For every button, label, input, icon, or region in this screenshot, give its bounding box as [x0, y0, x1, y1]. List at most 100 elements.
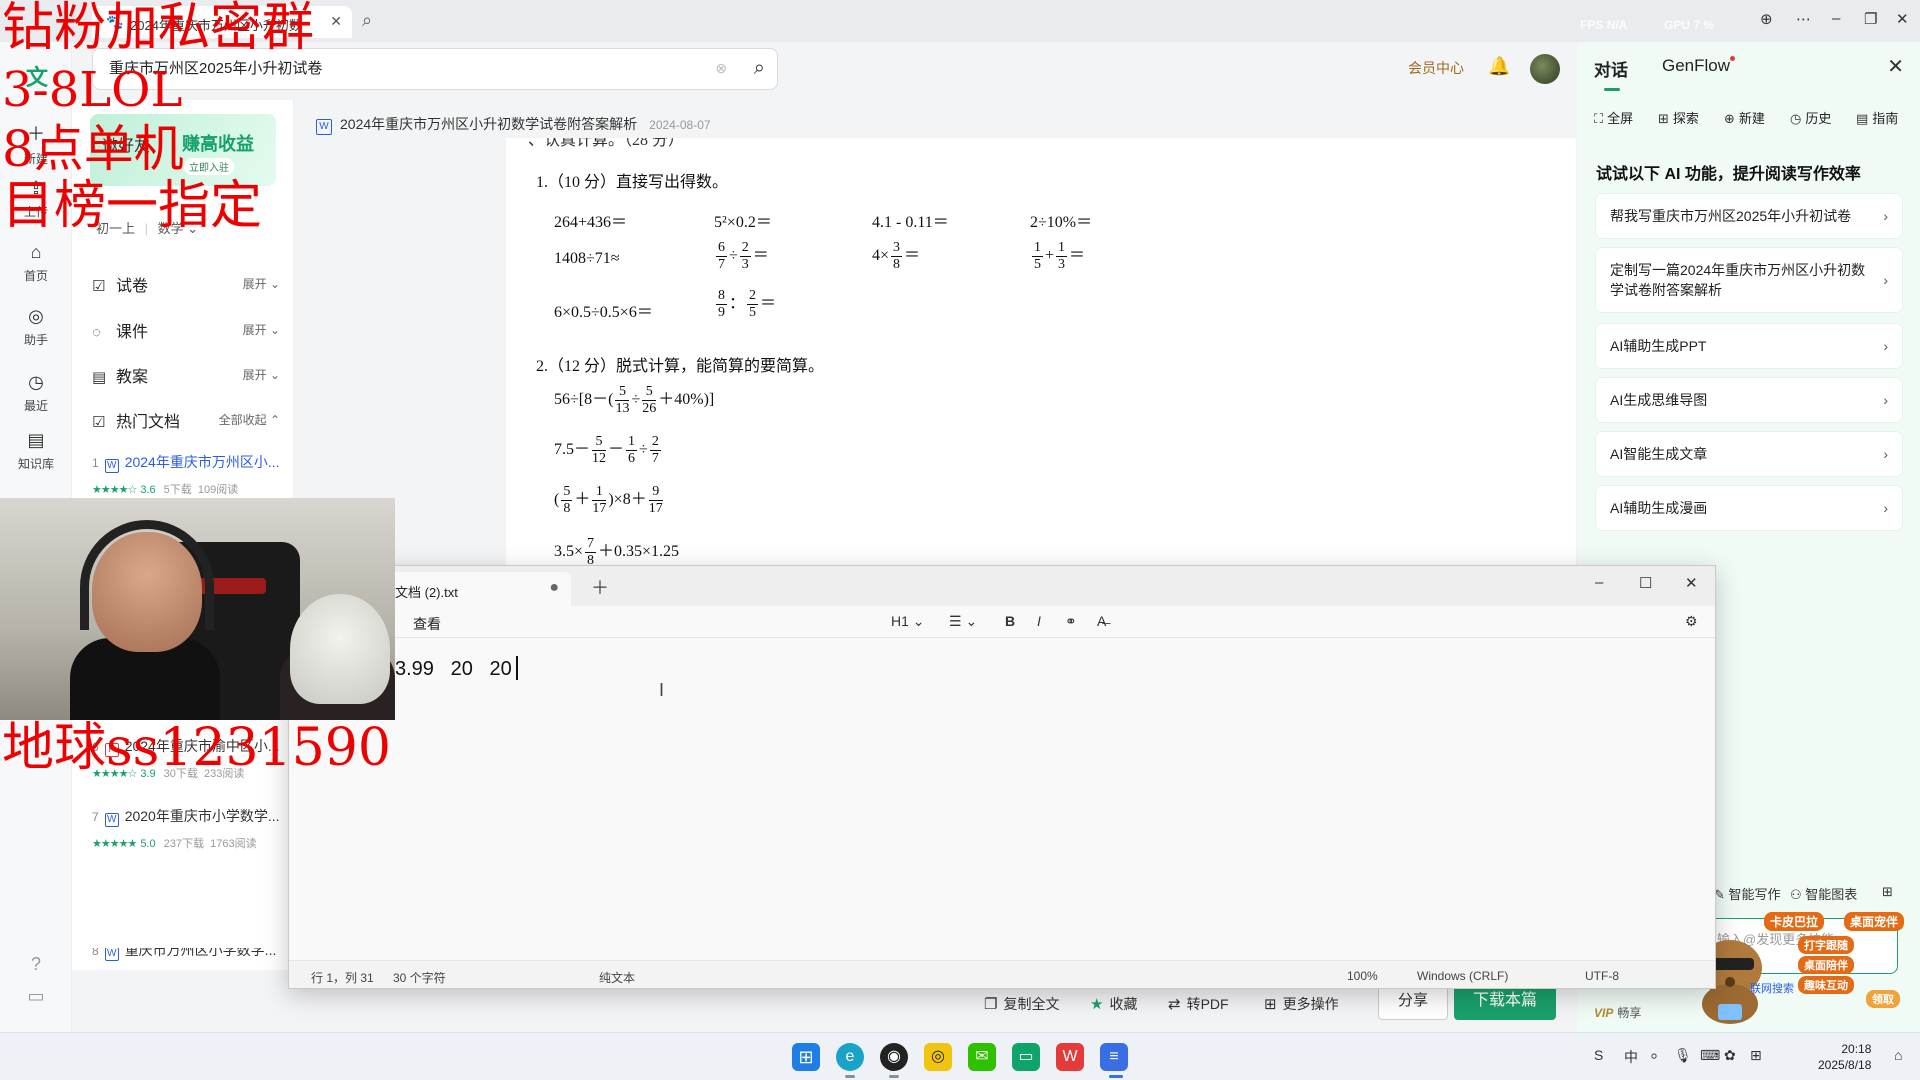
- link-icon[interactable]: ⚭: [1065, 613, 1077, 630]
- guide-button[interactable]: ▤ 指南: [1856, 108, 1898, 127]
- ai-suggestion[interactable]: AI生成思维导图 ›: [1596, 378, 1902, 422]
- claim-button[interactable]: 领取: [1866, 990, 1900, 1008]
- grid-icon[interactable]: ⊞: [1882, 884, 1893, 900]
- close-tab-icon[interactable]: ✕: [330, 13, 342, 30]
- capybara-mascot[interactable]: 卡皮巴拉 桌面宠伴 打字跟随 桌面陪伴 趣味互动 领取 联网搜索: [1690, 908, 1910, 1030]
- system-clock[interactable]: 20:18 2025/8/18: [1818, 1041, 1871, 1073]
- close-icon[interactable]: ✕: [1685, 574, 1698, 592]
- keyboard-icon[interactable]: ⌨: [1700, 1047, 1720, 1064]
- suggestion-label: 帮我写重庆市万州区2025年小升初试卷: [1610, 208, 1852, 224]
- close-window-icon[interactable]: ✕: [1896, 10, 1909, 28]
- notification-icon[interactable]: ⌂: [1894, 1047, 1902, 1063]
- headset: [80, 520, 214, 630]
- ai-suggestion[interactable]: AI辅助生成漫画 ›: [1596, 486, 1902, 530]
- app-icon[interactable]: ◎: [924, 1043, 952, 1071]
- category-hot-docs[interactable]: ☑ 热门文档 全部收起 ⌃: [92, 408, 282, 432]
- history-button[interactable]: ◷ 历史: [1790, 108, 1831, 127]
- list-icon[interactable]: ☰ ⌄: [949, 613, 977, 630]
- windows-start-icon[interactable]: ⊞: [792, 1043, 820, 1071]
- clear-search-icon[interactable]: ⊗: [715, 60, 727, 77]
- minimize-icon[interactable]: –: [1595, 574, 1603, 591]
- hot-doc-rating: 3.6: [140, 484, 156, 496]
- more-icon[interactable]: ⋯: [1796, 10, 1811, 28]
- help-icon[interactable]: ?: [0, 954, 72, 979]
- suggestion-label: 定制写一篇2024年重庆市万州区小升初数学试卷附答案解析: [1610, 262, 1866, 298]
- avatar[interactable]: [1530, 54, 1560, 84]
- clear-format-icon[interactable]: A̶: [1097, 613, 1106, 629]
- punct-icon[interactable]: ⸰: [1650, 1047, 1658, 1066]
- hot-doc-reads: 109阅读: [197, 484, 239, 496]
- expand-toggle[interactable]: 展开 ⌄: [243, 366, 280, 383]
- edge-icon[interactable]: e: [836, 1043, 864, 1071]
- minimize-icon[interactable]: –: [1832, 10, 1840, 27]
- nav-knowledge[interactable]: ▤ 知识库: [0, 430, 72, 472]
- screen-icon[interactable]: ▭: [1012, 1043, 1040, 1071]
- copy-all-button[interactable]: ❐ 复制全文: [984, 994, 1059, 1014]
- notepad-titlebar[interactable]: 文档 (2).txt ● ＋ – ☐ ✕: [289, 566, 1715, 606]
- hot-doc-item[interactable]: 8 W 重庆市万州区小学数学...: [92, 948, 288, 962]
- add-tab-icon[interactable]: ＋: [591, 574, 609, 600]
- hot-doc-item[interactable]: 1 W 2024年重庆市万州区小... ★★★★☆ 3.6 5下载 109阅读: [92, 452, 288, 497]
- word-icon: W: [104, 813, 119, 827]
- sogou-icon[interactable]: S: [1594, 1047, 1603, 1063]
- unsaved-dot-icon[interactable]: ●: [549, 579, 559, 597]
- collapse-toggle[interactable]: 全部收起 ⌃: [219, 411, 280, 428]
- promo-title: 赚高收益: [182, 134, 254, 154]
- expand-toggle[interactable]: 展开 ⌄: [243, 275, 280, 292]
- toolbox-icon[interactable]: ⊞: [1750, 1047, 1762, 1064]
- notepad-text-area[interactable]: 3.99 20 20: [395, 656, 518, 681]
- mic-icon[interactable]: 🎙: [1674, 1047, 1692, 1064]
- maximize-icon[interactable]: ☐: [1639, 574, 1652, 592]
- notepad-icon[interactable]: ≡: [1100, 1043, 1128, 1071]
- tab-genflow[interactable]: GenFlow: [1662, 56, 1736, 76]
- device-icon[interactable]: ▭: [0, 986, 72, 1011]
- nav-recent-label: 最近: [23, 399, 48, 413]
- bold-icon[interactable]: B: [1005, 613, 1015, 629]
- wechat-icon[interactable]: ✉: [968, 1043, 996, 1071]
- smart-writing-button[interactable]: ✎ 智能写作: [1714, 884, 1781, 903]
- search-tab-icon[interactable]: ⌕: [362, 10, 372, 31]
- hot-doc-item[interactable]: 7 W 2020年重庆市小学数学... ★★★★★ 5.0 237下载 1763阅读: [92, 806, 288, 851]
- ime-indicator[interactable]: 中: [1624, 1047, 1638, 1067]
- ai-suggestion[interactable]: 定制写一篇2024年重庆市万州区小升初数学试卷附答案解析 ›: [1596, 248, 1902, 312]
- to-pdf-button[interactable]: ⇄ 转PDF: [1168, 994, 1229, 1014]
- ai-suggestion[interactable]: AI智能生成文章 ›: [1596, 432, 1902, 476]
- restore-icon[interactable]: ❐: [1864, 10, 1877, 28]
- document-title[interactable]: 2024年重庆市万州区小升初数学试卷附答案解析: [340, 116, 637, 132]
- nav-assistant[interactable]: ◎ 助手: [0, 306, 72, 348]
- smart-chart-button[interactable]: ⚇ 智能图表: [1790, 884, 1857, 903]
- settings-icon[interactable]: ⚙: [1685, 613, 1698, 630]
- category-papers[interactable]: ☑ 试卷 展开 ⌄: [92, 272, 282, 296]
- italic-icon[interactable]: I: [1037, 613, 1041, 629]
- explore-button[interactable]: ⊞ 探索: [1658, 108, 1699, 127]
- category-label: 教案: [116, 369, 149, 386]
- globe-icon[interactable]: ⊕: [1760, 10, 1773, 28]
- heading-select[interactable]: H1 ⌄: [891, 613, 925, 630]
- status-zoom[interactable]: 100%: [1347, 969, 1378, 983]
- notepad-statusbar: 行 1，列 31 30 个字符 纯文本 100% Windows (CRLF) …: [289, 960, 1715, 988]
- fullscreen-button[interactable]: ⛶ 全屏: [1594, 108, 1633, 127]
- search-input[interactable]: [109, 59, 689, 76]
- category-lesson-plans[interactable]: ▤ 教案 展开 ⌄: [92, 363, 282, 387]
- nav-recent[interactable]: ◷ 最近: [0, 372, 72, 414]
- wps-icon[interactable]: W: [1056, 1043, 1084, 1071]
- vip-bar[interactable]: VIP 畅享: [1594, 1004, 1641, 1021]
- favorite-button[interactable]: ★ 收藏: [1090, 994, 1137, 1014]
- ai-suggestion[interactable]: AI辅助生成PPT ›: [1596, 324, 1902, 368]
- obs-icon[interactable]: ◉: [880, 1043, 908, 1071]
- category-courseware[interactable]: ◌ 课件 展开 ⌄: [92, 318, 282, 342]
- search-icon[interactable]: ⌕: [754, 57, 765, 80]
- skin-icon[interactable]: ✿: [1724, 1047, 1736, 1064]
- tab-chat[interactable]: 对话: [1594, 56, 1628, 91]
- close-icon[interactable]: ✕: [1887, 54, 1904, 79]
- bell-icon[interactable]: 🔔: [1488, 56, 1510, 77]
- nav-home[interactable]: ⌂ 首页: [0, 242, 72, 284]
- more-actions-button[interactable]: ⊞ 更多操作: [1264, 994, 1339, 1014]
- assistant-icon: ◎: [28, 306, 44, 326]
- ai-suggestion[interactable]: 帮我写重庆市万州区2025年小升初试卷 ›: [1596, 194, 1902, 238]
- new-chat-button[interactable]: ⊕ 新建: [1724, 108, 1765, 127]
- expand-toggle[interactable]: 展开 ⌄: [243, 321, 280, 338]
- vip-center-link[interactable]: 会员中心: [1408, 58, 1464, 78]
- menu-view[interactable]: 查看: [413, 614, 441, 634]
- chevron-right-icon: ›: [1883, 208, 1888, 224]
